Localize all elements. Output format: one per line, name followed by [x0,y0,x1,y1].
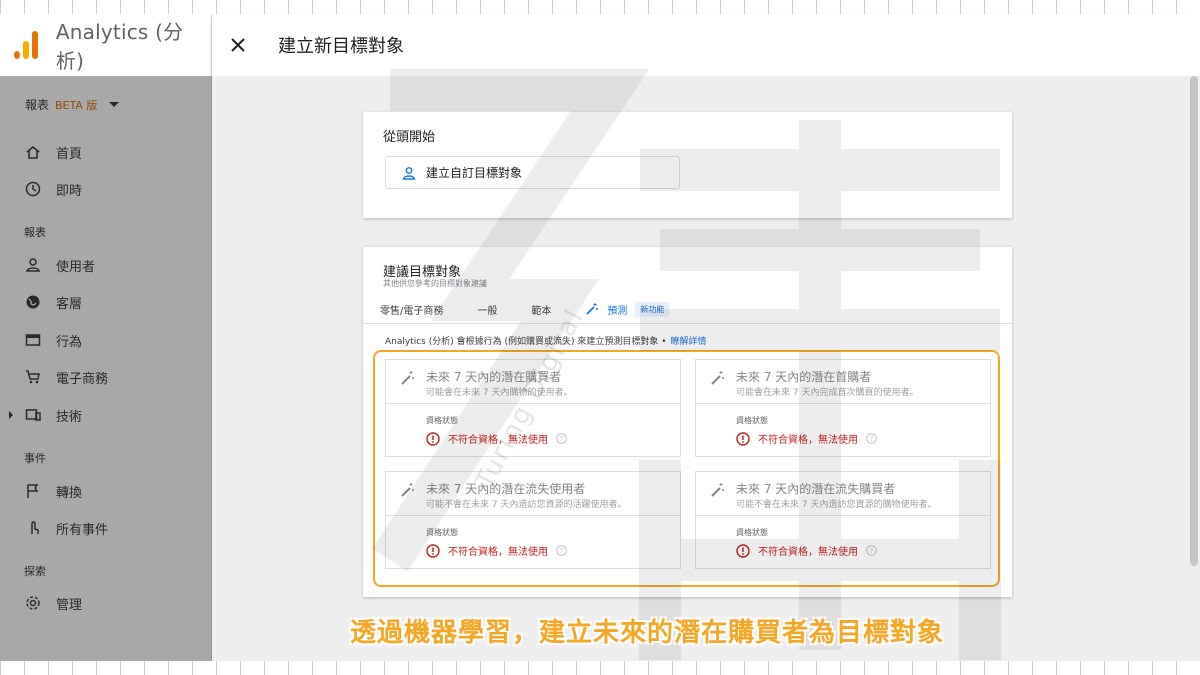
create-custom-audience-label: 建立自訂目標對象 [426,166,523,180]
create-custom-audience-button[interactable]: 建立自訂目標對象 [385,156,680,189]
learn-more-link[interactable]: 瞭解詳情 [671,337,707,347]
caption-banner: 透過機器學習，建立未來的潛在購買者為目標對象 [350,618,945,648]
start-card-title: 從頭開始 [383,130,436,145]
start-from-scratch-card: 從頭開始 建立自訂目標對象 [363,112,1012,218]
top-dashed-border [0,0,1200,14]
tab-templates[interactable]: 範本 [531,302,551,317]
tab-divider [363,323,1012,324]
app-logo-row[interactable]: Analytics (分析) [0,14,211,76]
app-title: Analytics (分析) [55,20,184,73]
tab-predictive[interactable]: 預測 新功能 [585,301,670,317]
close-icon [231,38,245,52]
suggestion-tabs: 零售/電子商務 一般 範本 預測 新功能 [380,299,703,319]
dialog-header: 建立新目標對象 [212,14,1200,76]
scrollbar[interactable] [1190,76,1198,566]
analytics-logo-icon [14,31,40,59]
modal-backdrop-overlay [0,76,212,661]
close-button[interactable] [226,33,250,57]
suggested-card-subtitle: 其他供您參考的目標對象建議 [383,279,487,288]
person-icon [402,166,416,180]
predictive-intro-text: Analytics (分析) 會根據行為 (例如購買或流失) 來建立預測目標對象… [385,337,667,347]
tab-predictive-label: 預測 [607,305,628,317]
tab-retail-ecommerce[interactable]: 零售/電子商務 [380,302,443,317]
page-title: 建立新目標對象 [278,36,404,57]
new-feature-badge: 新功能 [635,301,670,317]
bottom-dashed-border [0,661,1200,675]
magic-wand-icon [586,303,599,315]
tab-general[interactable]: 一般 [477,302,497,317]
highlight-frame [373,350,1000,587]
predictive-intro: Analytics (分析) 會根據行為 (例如購買或流失) 來建立預測目標對象… [385,334,707,347]
